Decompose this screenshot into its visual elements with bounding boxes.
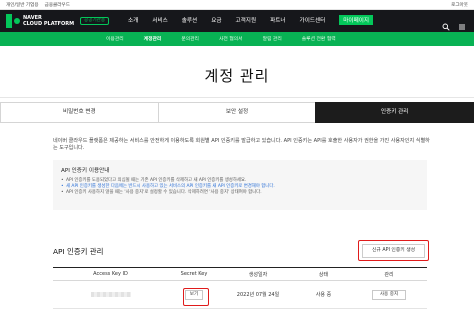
logo-bar: [6, 14, 12, 28]
top-utility-bar: 개인/일반 기업용 금융클라우드 로그아웃: [0, 0, 474, 10]
menu-solutions[interactable]: 솔루션: [182, 16, 197, 25]
col-created-date: 생성일자: [248, 271, 268, 278]
brand-name[interactable]: NAVER CLOUD PLATFORM: [23, 15, 74, 27]
individual-link[interactable]: 개인/일반 기업용: [6, 2, 39, 8]
menu-partners[interactable]: 파트너: [270, 16, 285, 25]
menu-support[interactable]: 고객지원: [236, 16, 257, 25]
col-status: 상태: [318, 271, 329, 278]
subnav-notification[interactable]: 알림 관리: [263, 35, 282, 42]
table-row: 보기 2022년 07월 24일 사용 중 사용 중지: [53, 281, 427, 309]
main-navbar: NAVER CLOUD PLATFORM 공공기관용 소개 서비스 솔루션 요금…: [0, 10, 474, 32]
guide-title: API 인증키 이용안내: [61, 168, 110, 174]
menu-intro[interactable]: 소개: [128, 16, 138, 25]
table-header: Access Key ID Secret Key 생성일자 상태 관리: [53, 267, 427, 281]
subnav-inquiry[interactable]: 문의관리: [181, 35, 199, 42]
api-key-section-title: API 인증키 관리: [53, 247, 104, 256]
guide-list: API 인증키를 도용되었다고 의심될 때는 기존 API 인증키를 삭제하고 …: [61, 178, 419, 197]
created-date-cell: 2022년 07월 24일: [236, 292, 280, 298]
manage-cell: 사용 중지: [351, 289, 427, 300]
guide-item: API 인증키 사용하지 않을 때는 '사용 중지'로 설정할 수 있습니다. …: [61, 190, 419, 196]
menu-icon[interactable]: [458, 16, 466, 30]
masked-access-key: [90, 291, 131, 297]
menu-mypage[interactable]: 마이페이지: [339, 15, 374, 25]
page-title: 계정 관리: [0, 46, 474, 98]
col-access-key-id: Access Key ID: [93, 271, 128, 277]
nav-icons: [442, 16, 466, 31]
tab-security-settings[interactable]: 보안 설정: [157, 102, 316, 123]
stop-usage-button[interactable]: 사용 중지: [372, 289, 406, 300]
subnav-solution-transition[interactable]: 솔루션 전환 협력: [302, 35, 336, 42]
menu-guide-center[interactable]: 가이드센터: [300, 16, 326, 25]
menu-pricing[interactable]: 요금: [211, 16, 221, 25]
main-menu: 소개 서비스 솔루션 요금 고객지원 파트너 가이드센터 마이페이지: [128, 15, 387, 25]
highlight-box-view-secret: [183, 288, 209, 306]
subnav-items: 이용관리 계정관리 문의관리 사전 협의서 알림 관리 솔루션 전환 협력: [106, 35, 356, 42]
status-cell: 사용 중: [315, 292, 332, 298]
brand-line-2: CLOUD PLATFORM: [23, 21, 75, 27]
col-secret-key: Secret Key: [180, 271, 208, 277]
logo-dot: [14, 18, 20, 24]
account-tabs: 비밀번호 변경 보안 설정 인증키 관리: [0, 102, 474, 123]
subnav-usage[interactable]: 이용관리: [106, 35, 124, 42]
gov-badge[interactable]: 공공기관용: [80, 17, 110, 25]
access-key-cell: [53, 291, 168, 298]
tab-auth-key-management[interactable]: 인증키 관리: [315, 102, 474, 123]
menu-services[interactable]: 서비스: [152, 16, 167, 25]
api-key-guide-box: API 인증키 이용안내 API 인증키를 도용되었다고 의심될 때는 기존 A…: [53, 160, 427, 210]
finance-cloud-link[interactable]: 금융클라우드: [45, 2, 70, 8]
search-icon[interactable]: [442, 16, 450, 31]
api-key-table: Access Key ID Secret Key 생성일자 상태 관리 보기 2…: [53, 267, 427, 309]
subnav-pre-consult[interactable]: 사전 협의서: [219, 35, 243, 42]
mypage-subnav: 이용관리 계정관리 문의관리 사전 협의서 알림 관리 솔루션 전환 협력: [0, 32, 474, 46]
audience-links: 개인/일반 기업용 금융클라우드: [6, 2, 70, 8]
naver-cloud-logo[interactable]: [6, 14, 20, 28]
col-manage: 관리: [384, 271, 394, 278]
api-key-description: 네이버 클라우드 플랫폼은 제공하는 서비스를 안전하게 이용하도록 회원별 A…: [53, 138, 430, 152]
logout-link[interactable]: 로그아웃: [451, 2, 468, 8]
highlight-box-create-key: [358, 240, 429, 261]
tab-password-change[interactable]: 비밀번호 변경: [0, 102, 158, 123]
subnav-account[interactable]: 계정관리: [144, 35, 162, 42]
